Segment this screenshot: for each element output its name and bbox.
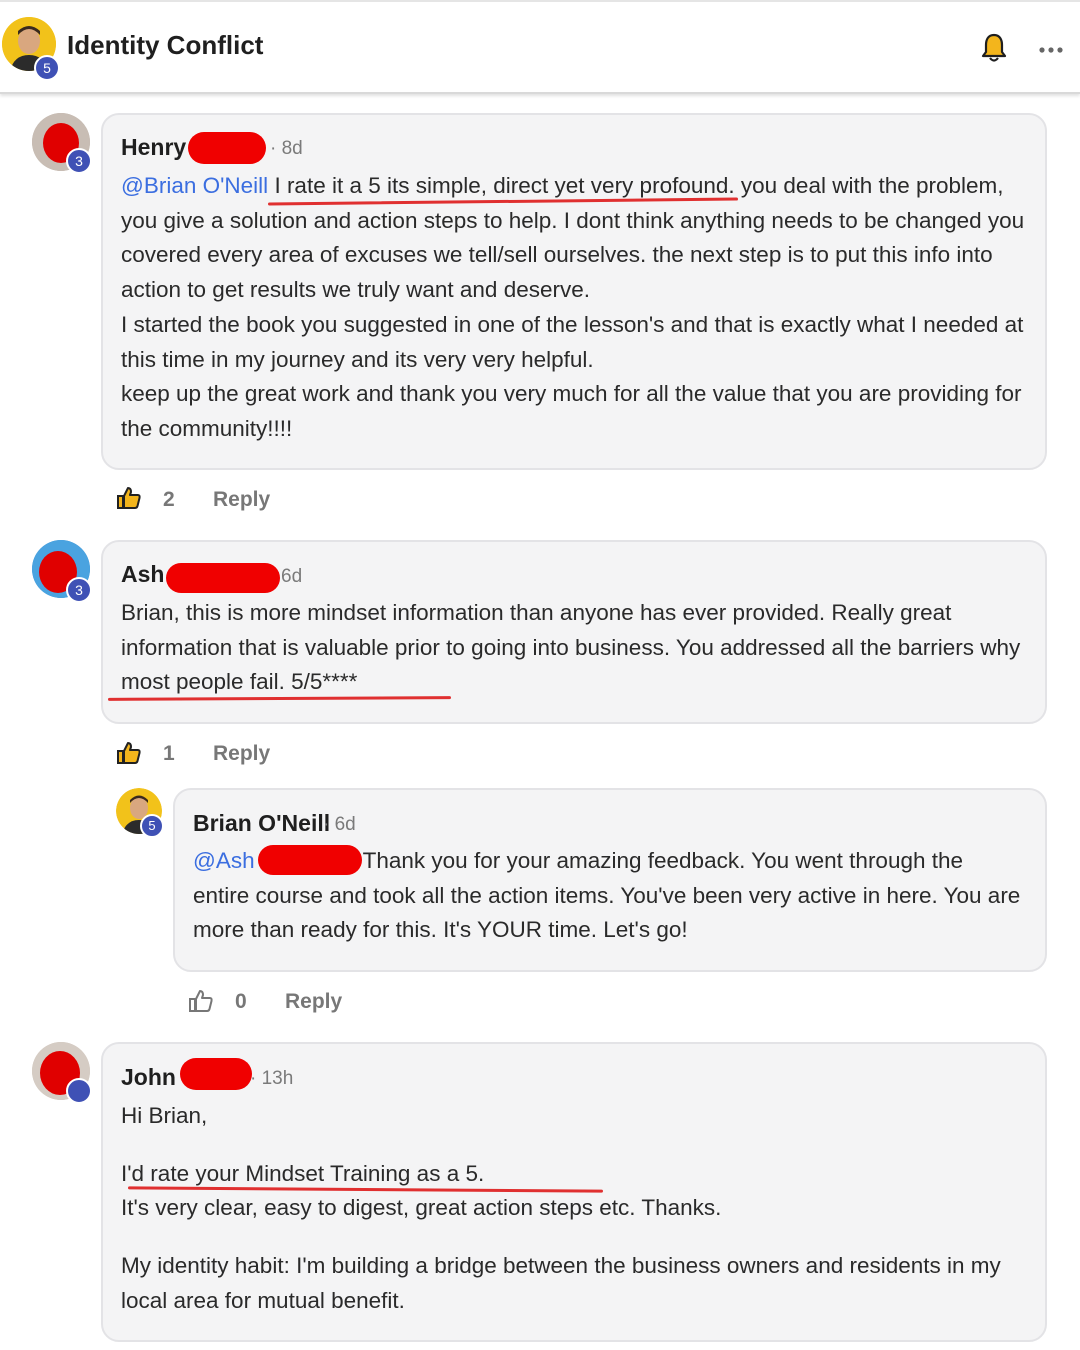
like-count: 1: [163, 742, 175, 765]
like-icon[interactable]: [116, 740, 142, 766]
page-title: Identity Conflict: [67, 30, 264, 60]
redacted-name: [188, 132, 266, 164]
commenter-name[interactable]: Brian O'Neill: [193, 810, 330, 837]
commenter-name[interactable]: John: [121, 1064, 176, 1091]
level-badge: [66, 1078, 92, 1104]
level-badge: 3: [66, 148, 92, 174]
level-badge: 5: [140, 814, 164, 838]
comment-time: · 8d: [270, 138, 303, 159]
bell-icon[interactable]: [980, 32, 1008, 64]
redacted-name: [166, 563, 280, 593]
redacted-name: [258, 845, 362, 875]
comment-time: · 6d: [323, 814, 356, 835]
like-count: 0: [235, 990, 247, 1013]
comment-text: Hi Brian, I'd rate your Mindset Training…: [121, 1103, 1001, 1313]
more-horizontal-icon[interactable]: [1038, 42, 1064, 53]
mention-link[interactable]: @Brian O'Neill: [121, 173, 268, 198]
like-count: 2: [163, 488, 175, 511]
reply-button[interactable]: Reply: [213, 488, 270, 512]
comment-text: Brian, this is more mindset information …: [121, 600, 1021, 695]
level-badge: 3: [66, 577, 92, 603]
comment-time: · 13h: [250, 1068, 294, 1089]
like-icon[interactable]: [116, 485, 142, 511]
comment-text: @Brian O'Neill I rate it a 5 its simple,…: [121, 173, 1025, 441]
commenter-name[interactable]: Ash: [121, 561, 164, 588]
post-header: 5 Identity Conflict: [0, 0, 1080, 94]
comment-time: 6d: [281, 566, 303, 587]
commenter-name[interactable]: Henry: [121, 134, 186, 161]
reply-button[interactable]: Reply: [213, 742, 270, 766]
mention-link[interactable]: @Ash: [193, 848, 255, 873]
level-badge: 5: [34, 55, 60, 81]
redacted-name: [180, 1058, 252, 1090]
reply-button[interactable]: Reply: [285, 990, 342, 1014]
like-icon[interactable]: [188, 988, 214, 1014]
